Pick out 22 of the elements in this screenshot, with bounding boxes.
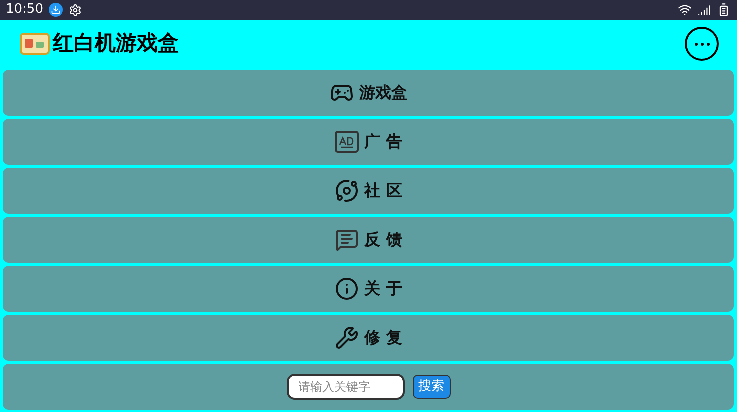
info-icon bbox=[334, 277, 359, 301]
game-cartridge-icon bbox=[20, 33, 50, 55]
chat-bubble-icon bbox=[334, 228, 359, 252]
search-field[interactable]: 请输入关键字 bbox=[286, 374, 404, 400]
menu-button[interactable]: 广 告 bbox=[3, 119, 734, 165]
status-time: 10:50 bbox=[6, 1, 44, 20]
menu-button[interactable]: 游戏盒 bbox=[3, 70, 734, 116]
more-button[interactable] bbox=[685, 27, 719, 61]
settings-icon bbox=[69, 4, 82, 16]
planet-icon bbox=[334, 179, 359, 203]
menu-button[interactable]: 修 复 bbox=[3, 315, 734, 361]
app-title: 红白机游戏盒 bbox=[53, 30, 179, 58]
search-button[interactable]: 搜索 bbox=[412, 375, 450, 399]
wrench-icon bbox=[334, 326, 359, 350]
download-icon bbox=[49, 3, 64, 17]
ad-icon bbox=[334, 131, 359, 153]
menu-button[interactable]: 反 馈 bbox=[3, 217, 734, 263]
menu-button[interactable]: 关 于 bbox=[3, 266, 734, 312]
wifi-icon bbox=[678, 3, 692, 17]
signal-icon bbox=[698, 4, 711, 16]
battery-icon bbox=[717, 3, 731, 17]
menu-button[interactable]: 社 区 bbox=[3, 168, 734, 214]
